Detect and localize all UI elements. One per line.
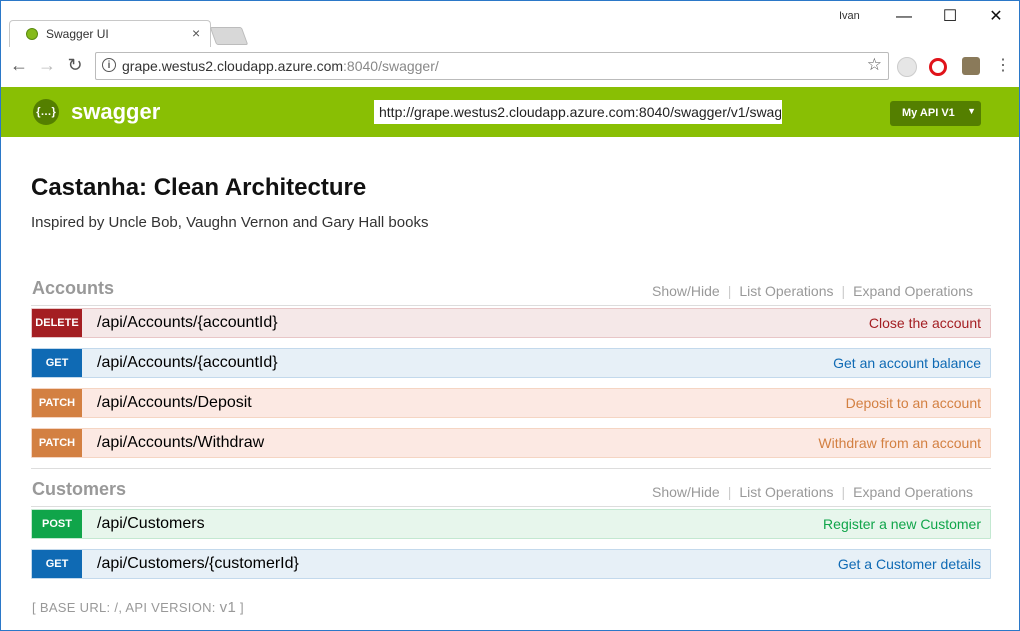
method-badge[interactable]: PATCH <box>32 429 82 457</box>
browser-window: Swagger UI × Ivan — ☐ ✕ ← → ↻ i grape.we… <box>0 0 1020 631</box>
reload-icon[interactable]: ↻ <box>63 55 87 76</box>
operation-summary[interactable]: Deposit to an account <box>846 395 981 411</box>
close-window-icon[interactable]: ✕ <box>973 3 1019 31</box>
api-description: Inspired by Uncle Bob, Vaughn Vernon and… <box>31 214 429 231</box>
operation-summary[interactable]: Get a Customer details <box>838 556 981 572</box>
operation-row[interactable]: PATCH /api/Accounts/Deposit Deposit to a… <box>31 388 991 418</box>
browser-tab[interactable]: Swagger UI × <box>9 20 211 48</box>
opera-vpn-icon[interactable] <box>929 58 947 76</box>
list-operations-link[interactable]: List Operations <box>731 283 841 299</box>
maximize-icon[interactable]: ☐ <box>927 3 973 31</box>
base-url-label: BASE URL: <box>39 600 111 615</box>
browser-menu-icon[interactable]: ⋮ <box>991 55 1015 75</box>
api-select-label: My API V1 <box>902 107 955 119</box>
url-host: grape.westus2.cloudapp.azure.com <box>122 58 344 74</box>
url-text[interactable]: grape.westus2.cloudapp.azure.com:8040/sw… <box>122 58 439 74</box>
dropdown-arrow-icon: ▼ <box>967 106 976 116</box>
forward-icon[interactable]: → <box>35 55 59 76</box>
tab-title: Swagger UI <box>46 27 109 41</box>
operation-row[interactable]: POST /api/Customers Register a new Custo… <box>31 509 991 539</box>
extension-alert-icon[interactable] <box>962 57 980 75</box>
profile-name[interactable]: Ivan <box>839 10 860 22</box>
bracket-open: [ <box>32 600 36 615</box>
back-icon[interactable]: ← <box>7 55 31 76</box>
show-hide-link[interactable]: Show/Hide <box>644 484 728 500</box>
expand-operations-link[interactable]: Expand Operations <box>845 484 981 500</box>
swagger-header: {…} swagger http://grape.westus2.cloudap… <box>1 87 1019 137</box>
bookmark-star-icon[interactable]: ☆ <box>867 55 882 75</box>
operation-path[interactable]: /api/Accounts/{accountId} <box>97 354 278 372</box>
base-url-footer: [ BASE URL: /, API VERSION: v1 ] <box>32 599 244 616</box>
section-title-customers[interactable]: Customers <box>32 479 126 500</box>
browser-toolbar: ← → ↻ i grape.westus2.cloudapp.azure.com… <box>1 47 1019 88</box>
address-bar[interactable]: i grape.westus2.cloudapp.azure.com:8040/… <box>95 52 889 80</box>
operation-row[interactable]: GET /api/Customers/{customerId} Get a Cu… <box>31 549 991 579</box>
method-badge[interactable]: GET <box>32 550 82 578</box>
section-links-accounts: Show/Hide | List Operations | Expand Operati… <box>644 283 981 299</box>
operation-row[interactable]: GET /api/Accounts/{accountId} Get an acc… <box>31 348 991 378</box>
api-title: Castanha: Clean Architecture <box>31 174 367 201</box>
section-divider <box>31 468 991 469</box>
operation-path[interactable]: /api/Customers/{customerId} <box>97 555 299 573</box>
operation-summary[interactable]: Register a new Customer <box>823 516 981 532</box>
operation-row[interactable]: PATCH /api/Accounts/Withdraw Withdraw fr… <box>31 428 991 458</box>
section-divider <box>31 305 991 306</box>
api-version-label: , API VERSION: <box>118 600 216 615</box>
tab-close-icon[interactable]: × <box>192 25 200 41</box>
api-version-value: v1 <box>219 599 237 616</box>
info-icon[interactable]: i <box>102 58 116 72</box>
method-badge[interactable]: DELETE <box>32 309 82 337</box>
operation-summary[interactable]: Withdraw from an account <box>818 435 981 451</box>
tab-strip: Swagger UI × Ivan — ☐ ✕ <box>1 1 1019 48</box>
minimize-icon[interactable]: — <box>881 3 927 31</box>
section-title-accounts[interactable]: Accounts <box>32 278 114 299</box>
operation-path[interactable]: /api/Accounts/{accountId} <box>97 314 278 332</box>
operation-summary[interactable]: Close the account <box>869 315 981 331</box>
bracket-close: ] <box>240 600 244 615</box>
show-hide-link[interactable]: Show/Hide <box>644 283 728 299</box>
method-badge[interactable]: POST <box>32 510 82 538</box>
section-divider <box>31 506 991 507</box>
swagger-logo-icon: {…} <box>33 99 59 125</box>
new-tab-button[interactable] <box>209 27 249 45</box>
operation-path[interactable]: /api/Customers <box>97 515 205 533</box>
api-select[interactable]: My API V1 ▼ <box>890 101 981 126</box>
operation-path[interactable]: /api/Accounts/Withdraw <box>97 434 264 452</box>
extension-icon[interactable] <box>897 57 917 77</box>
swagger-favicon-icon <box>26 28 38 40</box>
operation-path[interactable]: /api/Accounts/Deposit <box>97 394 252 412</box>
section-links-customers: Show/Hide | List Operations | Expand Operati… <box>644 484 981 500</box>
method-badge[interactable]: PATCH <box>32 389 82 417</box>
swagger-brand[interactable]: swagger <box>71 99 160 125</box>
method-badge[interactable]: GET <box>32 349 82 377</box>
list-operations-link[interactable]: List Operations <box>731 484 841 500</box>
spec-url-input[interactable]: http://grape.westus2.cloudapp.azure.com:… <box>374 100 782 124</box>
url-path: :8040/swagger/ <box>343 58 439 74</box>
operation-summary[interactable]: Get an account balance <box>833 355 981 371</box>
operation-row[interactable]: DELETE /api/Accounts/{accountId} Close t… <box>31 308 991 338</box>
expand-operations-link[interactable]: Expand Operations <box>845 283 981 299</box>
